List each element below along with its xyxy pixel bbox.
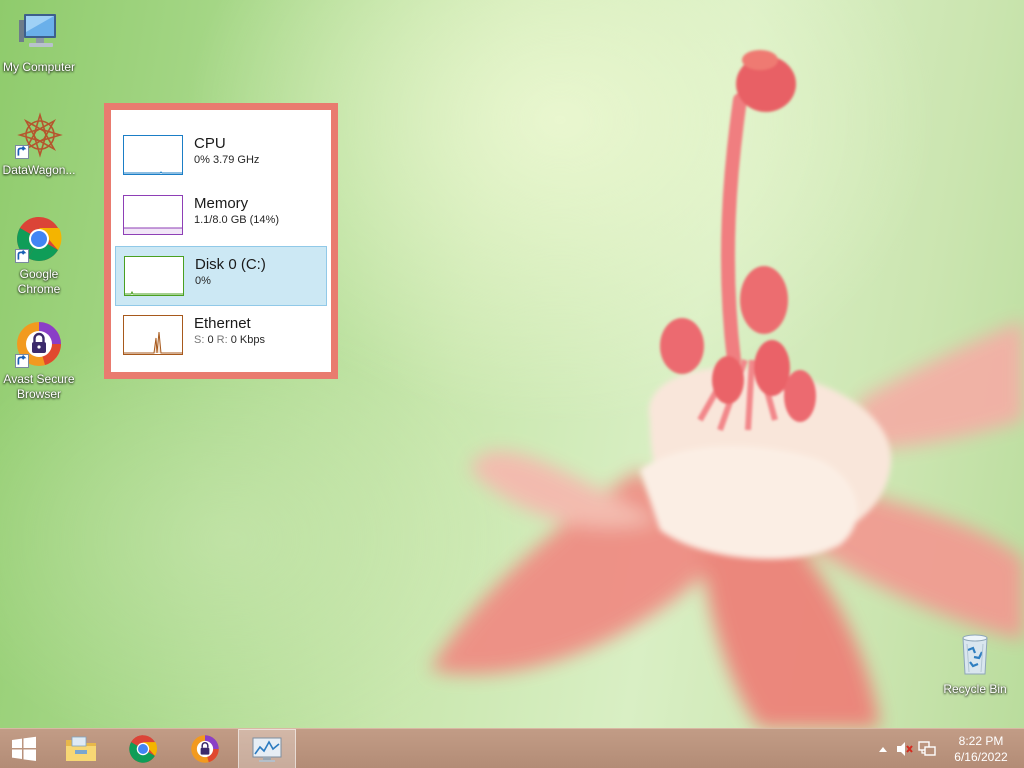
show-hidden-icons-button[interactable]: [872, 729, 894, 768]
taskbar-file-explorer[interactable]: [52, 729, 110, 768]
cpu-graph: [123, 135, 183, 175]
shortcut-arrow-icon: [15, 354, 29, 368]
recycle-bin-icon: [951, 630, 999, 678]
desktop-icon-my-computer[interactable]: My Computer: [0, 8, 78, 75]
taskbar-google-chrome[interactable]: [114, 729, 172, 768]
desktop-icon-label: Recycle Bin: [943, 682, 1007, 696]
clock-time: 8:22 PM: [958, 734, 1004, 748]
perf-item-name: Disk 0 (C:): [195, 256, 266, 273]
task-manager-summary-panel: CPU 0% 3.79 GHz Memory 1.1/8.0 GB (14%) …: [104, 103, 338, 379]
datawagon-icon: [15, 111, 63, 159]
clock-date: 6/16/2022: [954, 750, 1008, 764]
perf-item-ethernet[interactable]: Ethernet S: 0 R: 0 Kbps: [115, 306, 327, 366]
network-icon: [918, 741, 936, 756]
start-button[interactable]: [0, 729, 48, 768]
ethernet-graph: [123, 315, 183, 355]
perf-item-value: 0%: [195, 275, 211, 287]
desktop-icon-label: Google Chrome: [17, 267, 61, 296]
perf-item-name: CPU: [194, 135, 226, 152]
network-button[interactable]: [916, 729, 938, 768]
perf-item-value: 1.1/8.0 GB (14%): [194, 214, 279, 226]
disk-graph: [124, 256, 184, 296]
task-manager-icon: [252, 737, 282, 762]
show-hidden-icons-icon: [879, 747, 887, 752]
send-value: 0: [207, 334, 214, 346]
avast-browser-icon: [15, 320, 63, 368]
taskbar: 8:22 PM 6/16/2022: [0, 728, 1024, 768]
chrome-icon: [129, 735, 158, 763]
taskbar-task-manager[interactable]: [238, 729, 296, 768]
perf-item-cpu[interactable]: CPU 0% 3.79 GHz: [115, 126, 327, 186]
taskbar-avast-secure-browser[interactable]: [176, 729, 234, 768]
clock[interactable]: 8:22 PM 6/16/2022: [938, 733, 1024, 765]
desktop-icon-google-chrome[interactable]: Google Chrome: [0, 215, 78, 297]
computer-icon: [15, 8, 63, 56]
desktop-icon-label: My Computer: [2, 60, 76, 74]
desktop-icon-recycle-bin[interactable]: Recycle Bin: [936, 630, 1014, 697]
receive-label: R:: [216, 334, 228, 346]
perf-item-value: S: 0 R: 0 Kbps: [194, 333, 265, 347]
desktop-icon-avast-secure-browser[interactable]: Avast Secure Browser: [0, 320, 78, 402]
perf-item-memory[interactable]: Memory 1.1/8.0 GB (14%): [115, 186, 327, 246]
system-tray: 8:22 PM 6/16/2022: [872, 729, 1024, 768]
perf-item-disk[interactable]: Disk 0 (C:) 0%: [115, 246, 327, 306]
perf-item-name: Ethernet: [194, 315, 251, 332]
desktop-icon-datawagon[interactable]: DataWagon...: [0, 111, 78, 178]
desktop-icon-label: DataWagon...: [2, 163, 76, 177]
avast-browser-icon: [191, 735, 219, 763]
volume-muted-icon: [897, 742, 913, 756]
file-explorer-icon: [66, 736, 96, 761]
volume-button[interactable]: [894, 729, 916, 768]
perf-item-name: Memory: [194, 195, 249, 212]
shortcut-arrow-icon: [15, 249, 29, 263]
receive-value: 0 Kbps: [230, 334, 265, 346]
chrome-icon: [15, 215, 63, 263]
performance-list: CPU 0% 3.79 GHz Memory 1.1/8.0 GB (14%) …: [111, 110, 331, 372]
desktop-icon-label: Avast Secure Browser: [3, 372, 75, 401]
perf-item-value: 0% 3.79 GHz: [194, 154, 260, 166]
send-label: S:: [194, 334, 205, 346]
shortcut-arrow-icon: [15, 145, 29, 159]
memory-graph: [123, 195, 183, 235]
windows-start-icon: [12, 736, 36, 761]
